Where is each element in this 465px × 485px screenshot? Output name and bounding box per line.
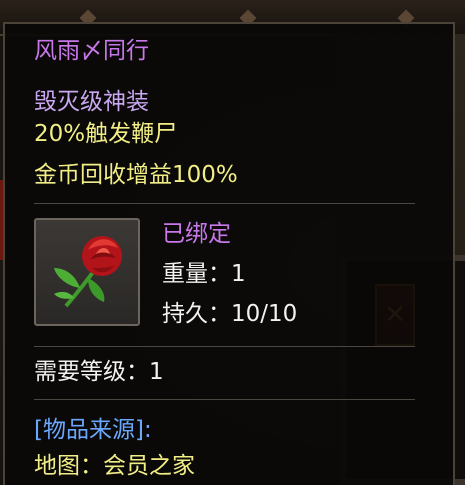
item-attribute-effect: 20%触发鞭尸: [34, 121, 178, 147]
item-source-header: [物品来源]:: [34, 417, 152, 443]
divider: [34, 346, 415, 347]
divider: [34, 399, 415, 400]
bound-status: 已绑定: [162, 221, 231, 247]
item-durability: 持久：10/10: [162, 301, 298, 327]
item-icon-slot[interactable]: [34, 218, 140, 326]
item-name: 风雨〆同行: [34, 38, 149, 64]
item-attribute-tier: 毁灭级神装: [34, 89, 149, 115]
red-rose-icon: [54, 236, 122, 308]
game-scene: ✕ 风雨〆同行 毁灭级神装 20%触发鞭尸 金币回收增益100% 已绑定 重量：…: [0, 0, 465, 485]
item-attribute-bonus: 金币回收增益100%: [34, 162, 238, 188]
item-weight: 重量：1: [162, 261, 246, 287]
required-level: 需要等级：1: [34, 359, 164, 385]
item-tooltip: 风雨〆同行 毁灭级神装 20%触发鞭尸 金币回收增益100% 已绑定 重量：1 …: [3, 22, 455, 485]
divider: [34, 203, 415, 204]
item-source-map: 地图：会员之家: [34, 453, 195, 479]
